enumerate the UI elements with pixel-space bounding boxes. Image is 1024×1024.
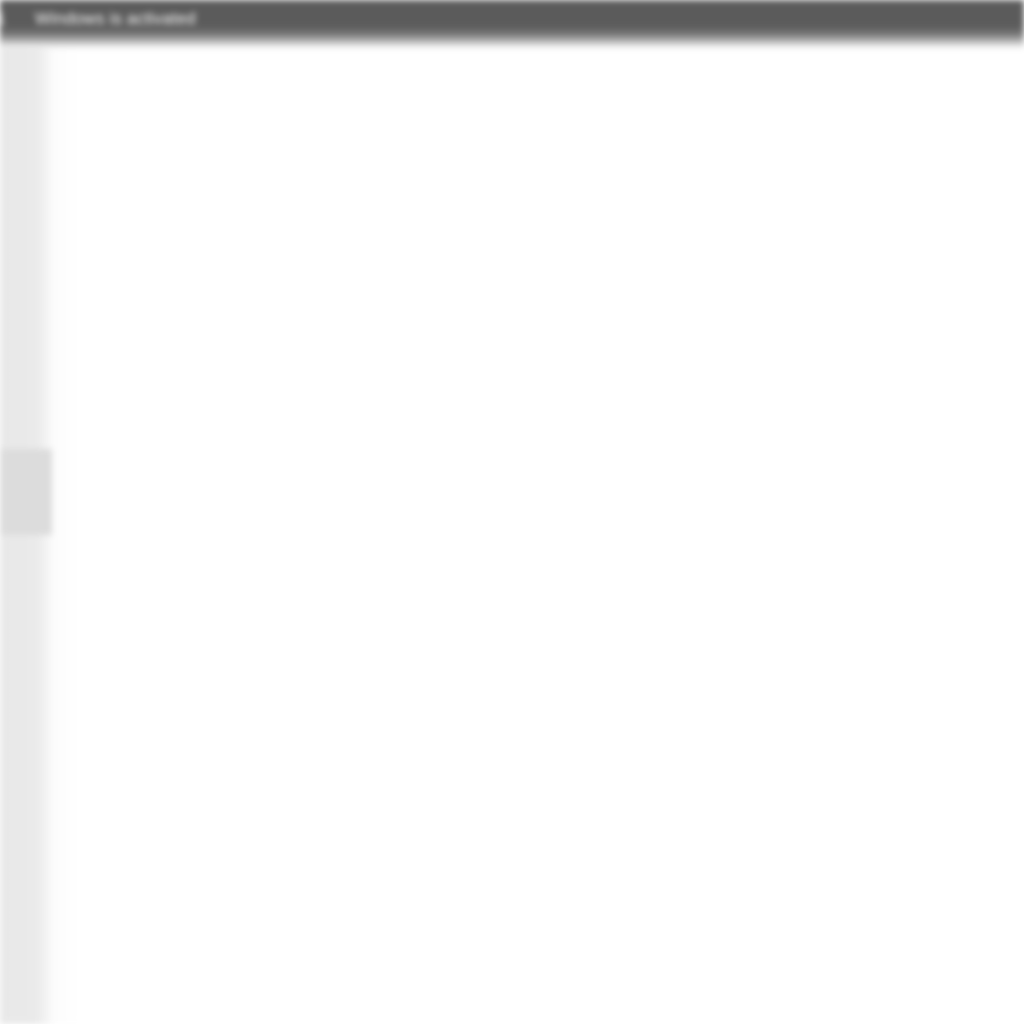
activation-index-label: 1 — [0, 9, 6, 28]
screenshot-root: ng s e o 1 Windows is activated — [0, 0, 1024, 1024]
activation-notification-bar: 1 Windows is activated — [0, 0, 1024, 48]
content-body — [96, 56, 1024, 1024]
sidebar-item-2[interactable]: s — [0, 250, 52, 284]
activation-message: Windows is activated — [35, 9, 196, 28]
sidebar-item-3[interactable]: e — [0, 390, 52, 424]
sidebar-item-1[interactable]: ng — [0, 160, 52, 194]
sidebar-item-4-selected[interactable]: o — [0, 449, 52, 535]
main-content-panel — [52, 34, 1024, 1024]
sidebar: ng s e o — [0, 34, 52, 1024]
application-window: ng s e o — [0, 0, 1024, 1024]
